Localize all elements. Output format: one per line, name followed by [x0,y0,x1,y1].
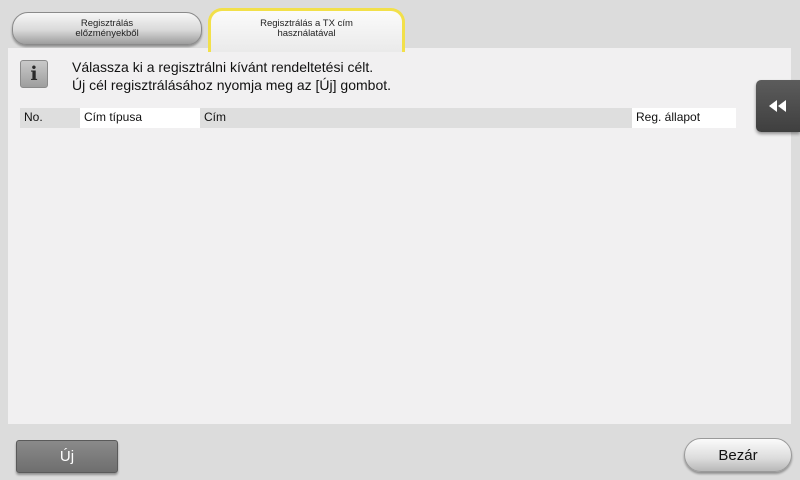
new-button[interactable]: Új [16,440,118,473]
info-icon: i [20,60,48,88]
instruction-message: Válassza ki a regisztrálni kívánt rendel… [72,58,391,94]
tab-history-registration[interactable]: Regisztrálás előzményekből [12,12,202,45]
main-panel: i Válassza ki a regisztrálni kívánt rend… [8,48,791,424]
tab-tx-address-registration-label: Regisztrálás a TX cím használatával [260,17,353,39]
column-header-address-type: Cím típusa [80,108,200,128]
column-header-registration-status: Reg. állapot [632,108,736,128]
instruction-line-2: Új cél regisztrálásához nyomja meg az [Ú… [72,77,392,93]
double-chevron-left-icon [769,100,786,112]
column-header-no: No. [20,108,80,128]
column-header-address: Cím [200,108,632,128]
collapse-side-panel-button[interactable] [756,80,800,132]
close-button[interactable]: Bezár [684,438,792,472]
instruction-line-1: Válassza ki a regisztrálni kívánt rendel… [72,59,374,75]
tab-history-registration-label: Regisztrálás előzményekből [75,17,139,39]
tab-tx-address-registration[interactable]: Regisztrálás a TX cím használatával [208,8,405,52]
